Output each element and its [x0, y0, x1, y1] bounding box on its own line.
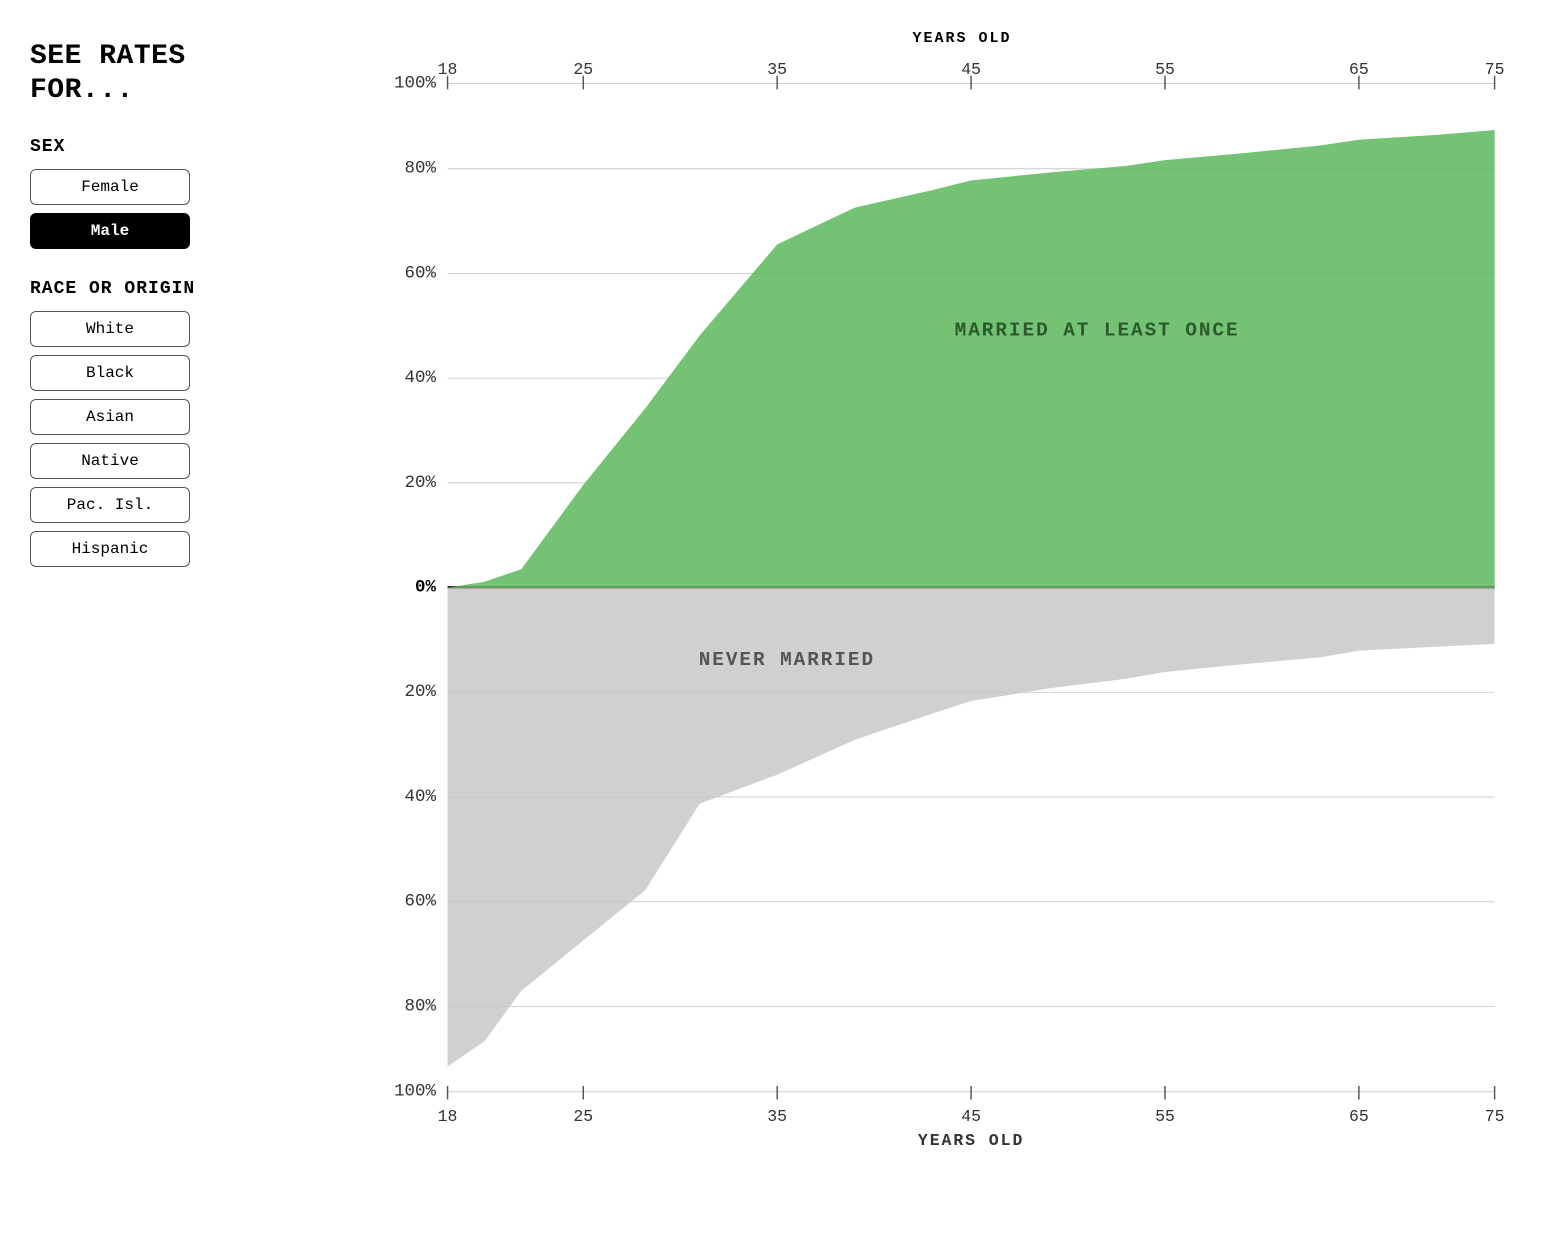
y-label-100-above: 100%	[394, 73, 436, 93]
x-axis-label-bottom: YEARS OLD	[918, 1131, 1024, 1150]
race-hispanic-button[interactable]: Hispanic	[30, 531, 190, 567]
x-tick-35-bottom: 35	[767, 1107, 787, 1126]
x-tick-55-bottom: 55	[1155, 1107, 1175, 1126]
chart-area: YEARS OLD	[290, 0, 1554, 1250]
y-label-20: 20%	[405, 473, 437, 493]
y-label-80: 80%	[405, 159, 437, 179]
race-section-label: RACE OR ORIGIN	[30, 279, 260, 299]
sex-male-button[interactable]: Male	[30, 213, 190, 249]
y-label-80-below: 80%	[405, 996, 437, 1016]
chart-wrapper: 100% 80% 60% 40% 20% 0% 20% 40% 60% 80% …	[370, 57, 1514, 1157]
chart-top-axis-label: YEARS OLD	[410, 30, 1514, 47]
x-tick-65-top: 65	[1349, 60, 1369, 79]
x-tick-25-top: 25	[573, 60, 593, 79]
y-label-60-below: 60%	[405, 892, 437, 912]
y-label-100-below: 100%	[394, 1082, 436, 1102]
x-tick-55-top: 55	[1155, 60, 1175, 79]
race-pacisl-button[interactable]: Pac. Isl.	[30, 487, 190, 523]
page-title: SEE RATESFOR...	[30, 40, 260, 107]
x-tick-18-top: 18	[438, 60, 458, 79]
x-tick-65-bottom: 65	[1349, 1107, 1369, 1126]
x-tick-75-top: 75	[1485, 60, 1505, 79]
sex-button-group: Female Male	[30, 169, 260, 249]
sidebar: SEE RATESFOR... SEX Female Male RACE OR …	[0, 0, 290, 1250]
sex-section-label: SEX	[30, 137, 260, 157]
x-tick-75-bottom: 75	[1485, 1107, 1505, 1126]
sex-female-button[interactable]: Female	[30, 169, 190, 205]
married-label: MARRIED AT LEAST ONCE	[955, 320, 1240, 342]
race-asian-button[interactable]: Asian	[30, 399, 190, 435]
x-tick-35-top: 35	[767, 60, 787, 79]
race-button-group: White Black Asian Native Pac. Isl. Hispa…	[30, 311, 260, 567]
y-label-40: 40%	[405, 368, 437, 388]
x-tick-25-bottom: 25	[573, 1107, 593, 1126]
never-married-label: NEVER MARRIED	[699, 649, 875, 671]
never-married-area	[448, 588, 1495, 1067]
race-native-button[interactable]: Native	[30, 443, 190, 479]
race-white-button[interactable]: White	[30, 311, 190, 347]
x-tick-45-bottom: 45	[961, 1107, 981, 1126]
race-black-button[interactable]: Black	[30, 355, 190, 391]
main-chart: 100% 80% 60% 40% 20% 0% 20% 40% 60% 80% …	[370, 57, 1514, 1157]
married-area	[448, 130, 1495, 588]
y-label-0: 0%	[415, 577, 436, 597]
y-label-60: 60%	[405, 263, 437, 283]
x-tick-45-top: 45	[961, 60, 981, 79]
y-label-20-below: 20%	[405, 682, 437, 702]
y-label-40-below: 40%	[405, 787, 437, 807]
x-tick-18-bottom: 18	[438, 1107, 458, 1126]
